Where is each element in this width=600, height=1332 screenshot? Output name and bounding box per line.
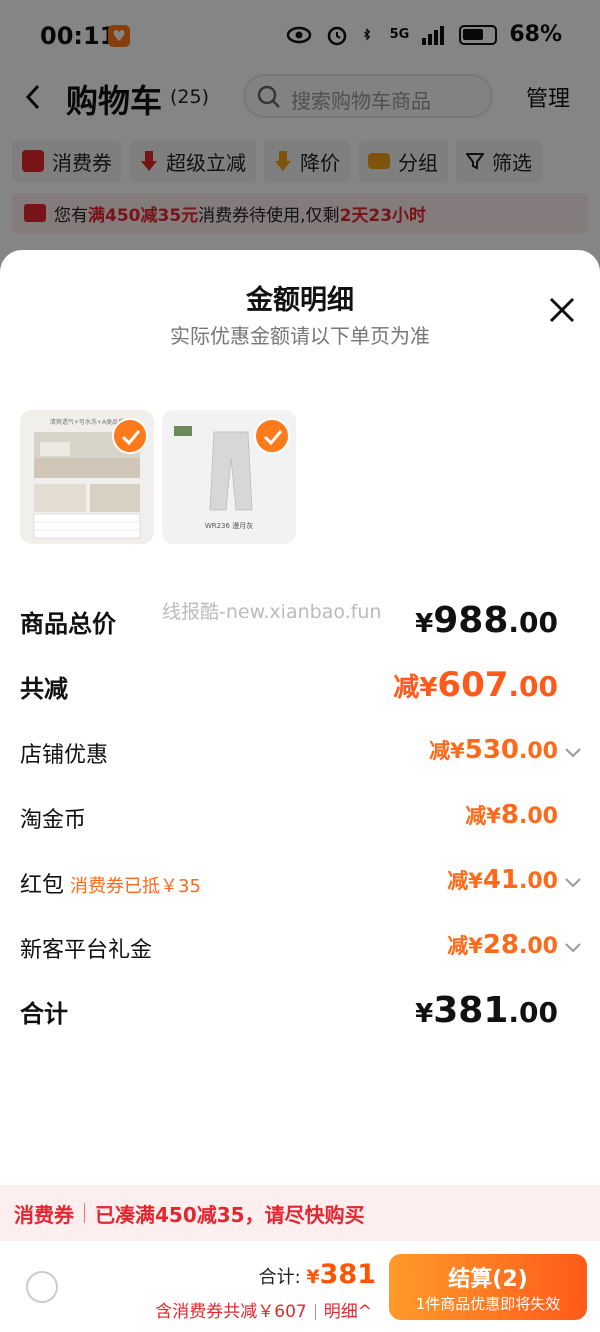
coupon-strip-label: 消费券 — [14, 1202, 74, 1227]
sheet-subtitle: 实际优惠金额请以下单页为准 — [170, 324, 430, 348]
coupon-applied-tag: 消费券已抵￥35 — [70, 876, 201, 897]
row-amount: ¥381.00 — [415, 990, 558, 1031]
row-label: 商品总价 — [20, 610, 116, 638]
row-amount: 减¥530.00 — [429, 735, 558, 765]
row-grand-total: 合计 ¥381.00 — [0, 990, 600, 1031]
row-label: 共减 — [20, 675, 68, 703]
sheet-title: 金额明细 — [246, 285, 354, 316]
coupon-strip-message: 已凑满450减35，请尽快购买 — [95, 1202, 365, 1227]
row-amount: 减¥28.00 — [447, 930, 558, 960]
row-label: 红包 消费券已抵￥35 — [20, 873, 201, 898]
row-label: 淘金币 — [20, 808, 87, 833]
row-taojinbi: 淘金币 减¥8.00 — [0, 798, 600, 838]
selected-check-icon[interactable] — [254, 418, 290, 454]
checkout-label: 结算(2) — [448, 1267, 528, 1292]
chevron-down-icon[interactable] — [564, 747, 582, 759]
row-label: 新客平台礼金 — [20, 938, 153, 963]
total-amount: 381 — [319, 1259, 376, 1290]
detail-toggle[interactable]: 明细^ — [324, 1302, 372, 1322]
row-amount: 减¥607.00 — [393, 665, 558, 705]
chevron-down-icon[interactable] — [564, 877, 582, 889]
row-total-discount: 共减 减¥607.00 — [0, 665, 600, 705]
product-thumb-bed[interactable]: 清爽透气+可水洗+A类品质 — [20, 410, 154, 544]
row-label: 店铺优惠 — [20, 743, 109, 768]
select-all-radio[interactable] — [26, 1271, 58, 1303]
checkout-subtext: 1件商品优惠即将失效 — [415, 1295, 561, 1313]
bottom-bar: 合计: ¥381 含消费券共减￥607 明细^ 结算(2) 1件商品优惠即将失效 — [0, 1241, 600, 1332]
total-line: 合计: ¥381 — [259, 1259, 376, 1290]
row-label: 合计 — [20, 1000, 68, 1028]
row-red-packet[interactable]: 红包 消费券已抵￥35 减¥41.00 — [0, 863, 600, 903]
coupon-strip[interactable]: 消费券 已凑满450减35，请尽快购买 — [0, 1185, 600, 1241]
close-icon[interactable] — [546, 294, 578, 326]
currency: ¥ — [306, 1266, 320, 1288]
row-amount: ¥988.00 — [415, 600, 558, 641]
thumb-caption: WR236 漫月灰 — [205, 521, 253, 530]
chevron-down-icon[interactable] — [564, 942, 582, 954]
discount-line[interactable]: 含消费券共减￥607 明细^ — [155, 1297, 372, 1322]
row-amount: 减¥41.00 — [447, 865, 558, 895]
discount-text: 含消费券共减￥607 — [155, 1302, 307, 1322]
amount-detail-sheet: 金额明细 实际优惠金额请以下单页为准 清爽透气+可水洗+A类品质 WR236 漫… — [0, 250, 600, 1332]
row-shop-discount[interactable]: 店铺优惠 减¥530.00 — [0, 733, 600, 773]
row-amount: 减¥8.00 — [465, 800, 558, 830]
total-label: 合计: — [258, 1267, 301, 1288]
product-thumb-pants[interactable]: WR236 漫月灰 — [162, 410, 296, 544]
divider — [84, 1203, 85, 1223]
selected-check-icon[interactable] — [112, 418, 148, 454]
divider — [314, 1304, 316, 1320]
row-new-customer-gift[interactable]: 新客平台礼金 减¥28.00 — [0, 928, 600, 968]
thumb-caption: 清爽透气+可水洗+A类品质 — [50, 418, 124, 426]
row-subtotal: 商品总价 ¥988.00 — [0, 600, 600, 641]
checkout-button[interactable]: 结算(2) 1件商品优惠即将失效 — [389, 1254, 587, 1320]
